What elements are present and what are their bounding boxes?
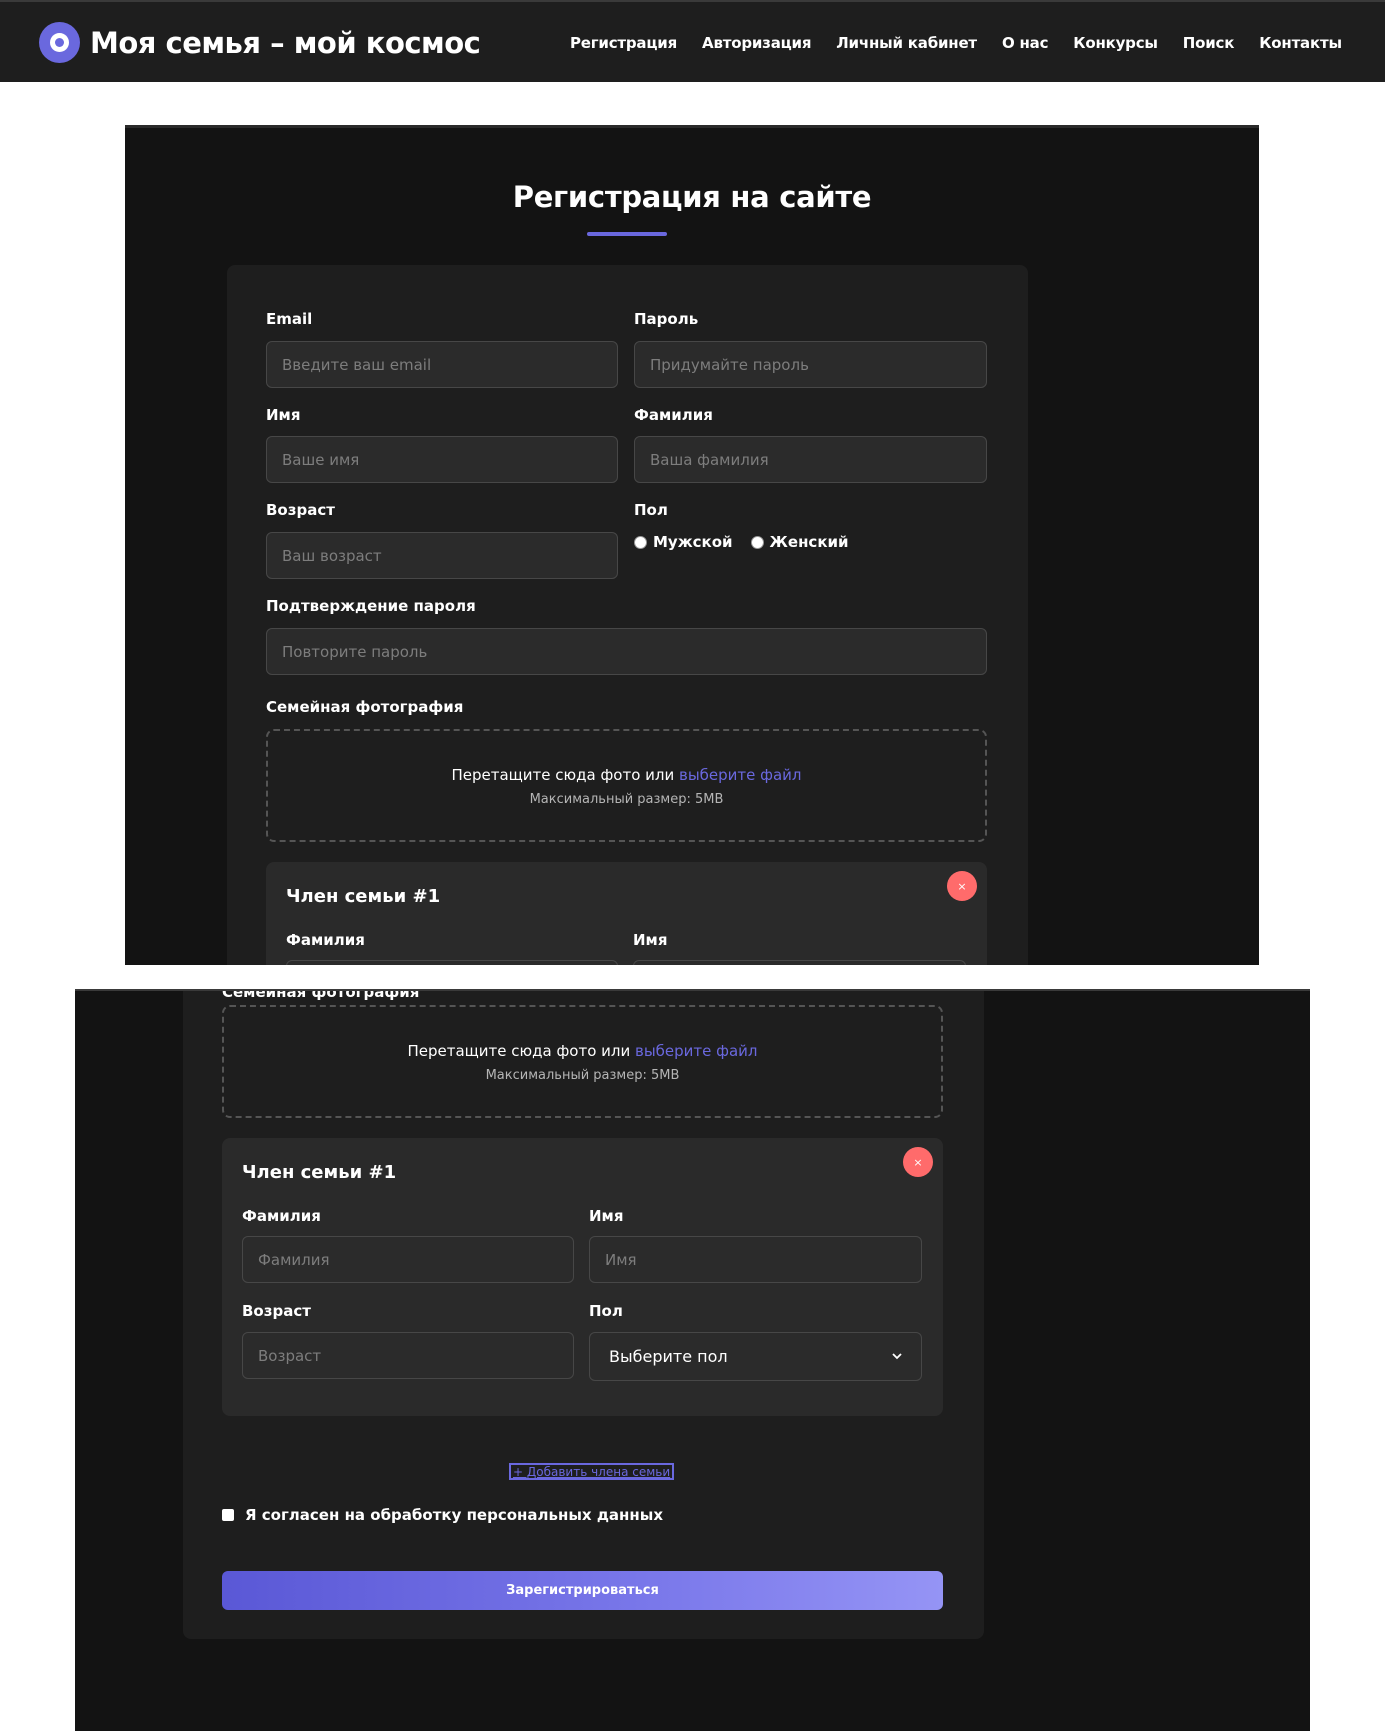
- member-last-name-label: Фамилия: [286, 931, 365, 949]
- dropzone-max-size: Максимальный размер: 5MB: [485, 1068, 680, 1083]
- registration-form-card-lower: Семейная фотография Перетащите сюда фото…: [183, 991, 984, 1639]
- member-last-name-label: Фамилия: [242, 1207, 321, 1225]
- member-first-name-input[interactable]: [589, 1236, 922, 1283]
- main-nav: Регистрация Авторизация Личный кабинет О…: [570, 34, 1342, 52]
- email-label: Email: [266, 310, 313, 328]
- password-input[interactable]: [634, 341, 987, 388]
- family-member-title: Член семьи #1: [286, 886, 441, 907]
- nav-link-about[interactable]: О нас: [1002, 34, 1049, 52]
- confirm-password-input[interactable]: [266, 628, 987, 675]
- member-age-label: Возраст: [242, 1302, 311, 1320]
- consent-label[interactable]: Я согласен на обработку персональных дан…: [245, 1506, 663, 1524]
- email-input[interactable]: [266, 341, 618, 388]
- gender-female-label[interactable]: Женский: [770, 533, 849, 551]
- remove-member-button[interactable]: ×: [903, 1147, 933, 1177]
- site-title[interactable]: Моя семья – мой космос: [90, 26, 481, 60]
- family-photo-label: Семейная фотография: [266, 698, 464, 716]
- top-navbar: Моя семья – мой космос Регистрация Автор…: [0, 0, 1385, 82]
- member-gender-label: Пол: [589, 1302, 623, 1320]
- member-age-input[interactable]: [242, 1332, 574, 1379]
- last-name-input[interactable]: [634, 436, 987, 483]
- age-input[interactable]: [266, 532, 618, 579]
- confirm-password-label: Подтверждение пароля: [266, 597, 476, 615]
- nav-link-contests[interactable]: Конкурсы: [1073, 34, 1158, 52]
- first-name-input[interactable]: [266, 436, 618, 483]
- consent-checkbox[interactable]: [222, 1509, 234, 1521]
- dropzone-text: Перетащите сюда фото или выберите файл: [451, 766, 802, 784]
- gender-female-radio[interactable]: [750, 535, 764, 549]
- member-last-name-input[interactable]: [242, 1236, 574, 1283]
- page-title: Регистрация на сайте: [512, 180, 872, 214]
- dropzone-text: Перетащите сюда фото или выберите файл: [407, 1042, 758, 1060]
- family-photo-label-cut: Семейная фотография: [222, 991, 420, 1001]
- title-underline: [587, 232, 667, 236]
- consent-row: Я согласен на обработку персональных дан…: [222, 1506, 663, 1524]
- gender-label: Пол: [634, 501, 668, 519]
- family-member-title: Член семьи #1: [242, 1162, 397, 1183]
- member-first-name-label: Имя: [589, 1207, 624, 1225]
- member-first-name-input[interactable]: [633, 960, 966, 965]
- choose-file-link[interactable]: выберите файл: [635, 1042, 758, 1060]
- gender-male-label[interactable]: Мужской: [653, 533, 733, 551]
- nav-link-contacts[interactable]: Контакты: [1259, 34, 1342, 52]
- member-gender-selected: Выберите пол: [609, 1347, 728, 1366]
- gender-radio-group: Мужской Женский: [634, 533, 849, 551]
- first-name-label: Имя: [266, 406, 301, 424]
- nav-link-registration[interactable]: Регистрация: [570, 34, 677, 52]
- family-member-card: Член семьи #1 × Фамилия Имя: [266, 862, 987, 965]
- age-label: Возраст: [266, 501, 335, 519]
- gender-male-radio[interactable]: [634, 535, 647, 549]
- registration-section-top: Регистрация на сайте Email Пароль Имя Фа…: [125, 125, 1259, 965]
- remove-member-button[interactable]: ×: [947, 871, 977, 901]
- last-name-label: Фамилия: [634, 406, 713, 424]
- registration-form-card: Email Пароль Имя Фамилия Возраст Пол Муж…: [227, 265, 1028, 965]
- password-label: Пароль: [634, 310, 699, 328]
- registration-section-bottom: Семейная фотография Перетащите сюда фото…: [75, 989, 1310, 1731]
- member-first-name-label: Имя: [633, 931, 668, 949]
- chevron-down-icon: [892, 1353, 902, 1360]
- member-last-name-input[interactable]: [286, 960, 618, 965]
- family-member-card: Член семьи #1 × Фамилия Имя Возраст Пол …: [222, 1138, 943, 1416]
- add-family-member-button[interactable]: + Добавить члена семьи: [509, 1463, 675, 1480]
- photo-dropzone[interactable]: Перетащите сюда фото или выберите файл М…: [266, 729, 987, 842]
- dropzone-max-size: Максимальный размер: 5MB: [529, 792, 724, 807]
- nav-link-search[interactable]: Поиск: [1183, 34, 1235, 52]
- photo-dropzone[interactable]: Перетащите сюда фото или выберите файл М…: [222, 1005, 943, 1118]
- logo-icon[interactable]: [39, 22, 80, 63]
- register-submit-button[interactable]: Зарегистрироваться: [222, 1571, 943, 1610]
- member-gender-select[interactable]: Выберите пол: [589, 1332, 922, 1381]
- choose-file-link[interactable]: выберите файл: [679, 766, 802, 784]
- nav-link-login[interactable]: Авторизация: [702, 34, 811, 52]
- nav-link-account[interactable]: Личный кабинет: [836, 34, 977, 52]
